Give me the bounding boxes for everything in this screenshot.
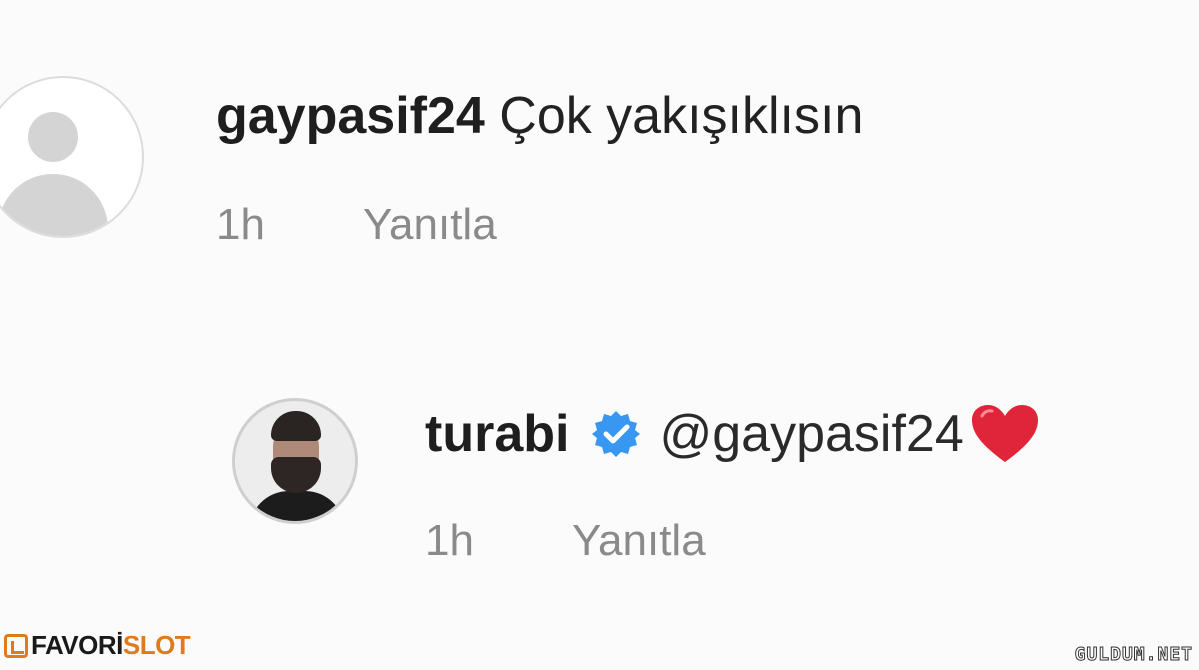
comment-1-line: gaypasif24 Çok yakışıklısın xyxy=(216,86,863,146)
turabi-avatar[interactable] xyxy=(232,398,358,524)
favorislot-logo-icon xyxy=(4,633,28,658)
comment-1-text: Çok yakışıklısın xyxy=(499,87,864,145)
comment-2-username[interactable]: turabi xyxy=(425,404,569,464)
comment-1-reply-button[interactable]: Yanıtla xyxy=(363,200,497,249)
comment-2-meta: 1h Yanıtla xyxy=(425,516,706,566)
comment-1-time: 1h xyxy=(216,200,265,249)
default-profile-icon xyxy=(28,112,78,162)
comment-2-mention-link[interactable]: @gaypasif24 xyxy=(659,404,963,464)
favorislot-watermark: FAVORİ SLOT xyxy=(4,630,191,661)
comment-2-time: 1h xyxy=(425,516,474,565)
default-avatar[interactable] xyxy=(0,76,144,238)
comment-2-reply-button[interactable]: Yanıtla xyxy=(572,516,706,565)
comment-2-line: turabi @gaypasif24 xyxy=(425,404,1040,464)
verified-badge-icon xyxy=(592,411,641,457)
red-heart-icon xyxy=(971,405,1038,462)
guldum-watermark: GULDUM.NET xyxy=(1074,644,1193,666)
comment-1-meta: 1h Yanıtla xyxy=(216,200,497,250)
comment-1-username[interactable]: gaypasif24 xyxy=(216,87,485,145)
